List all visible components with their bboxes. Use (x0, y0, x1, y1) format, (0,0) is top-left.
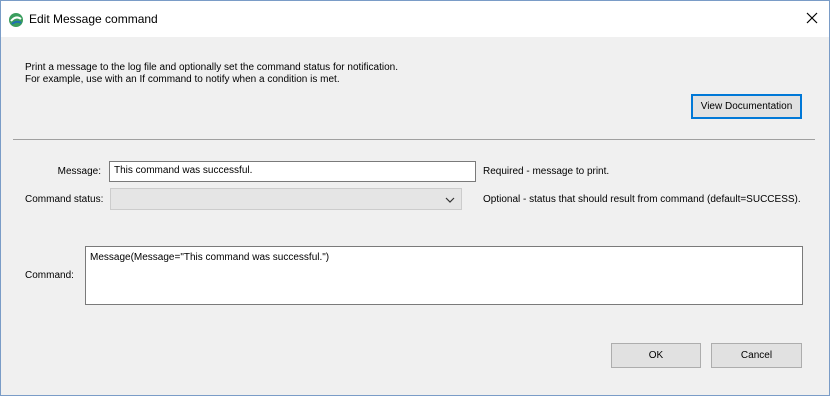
message-label: Message: (57, 166, 101, 177)
message-input[interactable]: This command was successful. (109, 161, 476, 182)
separator (13, 139, 815, 140)
command-status-label: Command status: (25, 194, 104, 205)
command-status-hint: Optional - status that should result fro… (483, 194, 801, 205)
cancel-button[interactable]: Cancel (711, 343, 802, 368)
title-bar: Edit Message command (1, 1, 829, 37)
description-line-2: For example, use with an If command to n… (25, 74, 340, 85)
command-label: Command: (25, 270, 74, 281)
message-hint: Required - message to print. (483, 166, 610, 177)
description-line-1: Print a message to the log file and opti… (25, 62, 398, 73)
close-button[interactable] (795, 1, 829, 37)
view-documentation-button[interactable]: View Documentation (691, 94, 802, 119)
command-textarea[interactable]: Message(Message="This command was succes… (85, 246, 803, 305)
ok-button[interactable]: OK (611, 343, 701, 368)
app-logo-icon (8, 12, 24, 28)
command-status-select[interactable] (110, 188, 462, 210)
chevron-down-icon[interactable] (445, 195, 455, 207)
dialog-window: Edit Message command Print a message to … (0, 0, 830, 396)
window-title: Edit Message command (29, 12, 158, 26)
close-icon[interactable] (806, 12, 818, 27)
